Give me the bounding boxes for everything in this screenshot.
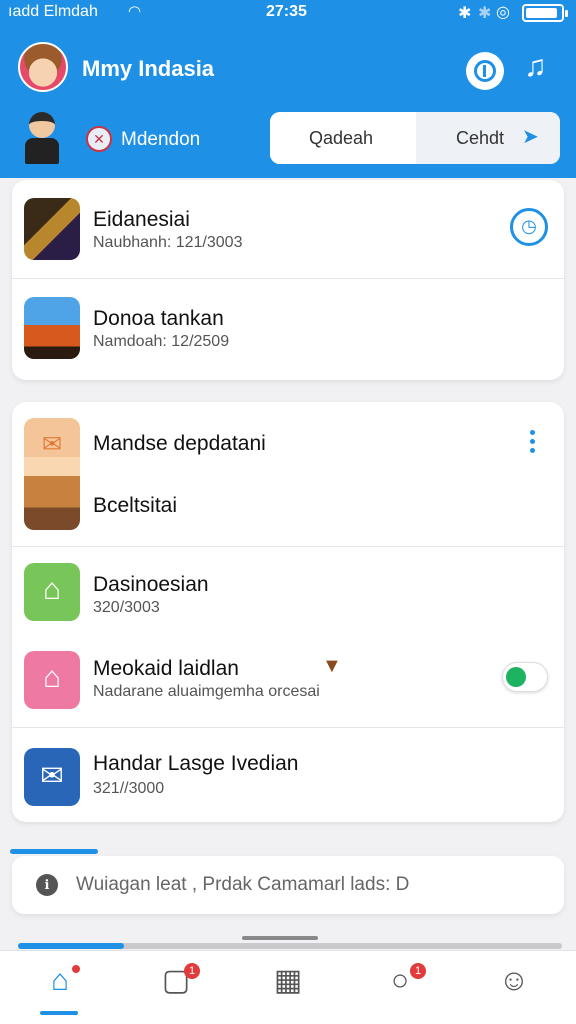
- nav-lock[interactable]: ▢ 1: [146, 961, 206, 1017]
- bluetooth-icon: ✱: [478, 5, 492, 22]
- clock-time: 27:35: [266, 3, 307, 20]
- active-tab-bar: [40, 1011, 78, 1015]
- header-subtitle: Mdendon: [121, 129, 201, 150]
- battery-icon: [522, 4, 568, 22]
- character-avatar[interactable]: [22, 112, 62, 166]
- clock-icon[interactable]: ◷: [510, 208, 548, 246]
- music-icon[interactable]: ♫: [524, 50, 547, 84]
- search-bar[interactable]: ℹ Wuiagan leat , Prdak Camamarl lads: D: [12, 856, 564, 914]
- game-app-icon: [24, 297, 80, 359]
- apps-card: ✉ Mandse depdatani Bceltsitai ⌂ Dasinoes…: [12, 402, 564, 822]
- drag-handle[interactable]: [242, 936, 318, 940]
- list-item[interactable]: Eidanesiai Naubhanh: 121/3003 ◷: [12, 180, 564, 278]
- bottom-nav: ⌂ ▢ 1 ▦ ○ 1 ☺: [0, 950, 576, 1024]
- profile-icon: ☺: [498, 964, 530, 997]
- recent-card: Eidanesiai Naubhanh: 121/3003 ◷ Donoa ta…: [12, 180, 564, 380]
- battery-level: [526, 8, 557, 18]
- home-app-icon: ⌂: [24, 563, 80, 621]
- list-item-subtitle: Bceltsitai: [93, 494, 178, 517]
- theme-toggle-button[interactable]: [466, 52, 504, 90]
- list-item-subtitle: Namdoah: 12/2509: [93, 333, 230, 350]
- nav-badge: 1: [184, 963, 200, 979]
- list-item-title: Meokaid laidlan: [93, 657, 239, 680]
- bluetooth-icon: ✱: [458, 5, 472, 22]
- no-entry-icon: ✕: [86, 126, 112, 152]
- nav-badge: 1: [410, 963, 426, 979]
- mail-icon: ✉: [40, 760, 64, 791]
- segment-right-label: Cehdt: [456, 128, 505, 148]
- mail-icon: ✉: [41, 431, 63, 458]
- info-icon: ℹ: [36, 874, 58, 896]
- list-item[interactable]: ⌂ Meokaid laidlan Nadarane aluaimgemha o…: [12, 637, 564, 727]
- enable-toggle[interactable]: [502, 662, 548, 692]
- nav-chat[interactable]: ○ 1: [370, 961, 430, 1017]
- list-item-subtitle: Naubhanh: 121/3003: [93, 234, 243, 251]
- mail-app-icon: ✉: [24, 748, 80, 806]
- list-item-subtitle: 321//3000: [93, 780, 165, 797]
- calendar-icon: ▦: [273, 964, 303, 997]
- nav-home[interactable]: ⌂: [30, 961, 90, 1017]
- list-item[interactable]: ✉ Mandse depdatani Bceltsitai: [12, 402, 564, 546]
- list-item-title: Donoa tankan: [93, 307, 224, 330]
- carrier-label: ıadd Elmdah: [8, 3, 98, 20]
- list-item[interactable]: Donoa tankan Namdoah: 12/2509: [12, 279, 564, 379]
- house-icon: ⌂: [42, 573, 62, 606]
- list-item-title: Dasinoesian: [93, 573, 209, 596]
- alarm-icon: ◎: [496, 4, 510, 21]
- list-item[interactable]: ⌂ Dasinoesian 320/3003: [12, 547, 564, 637]
- page-title: Mmy Indasia: [82, 56, 215, 81]
- house-icon: ⌂: [42, 661, 62, 694]
- list-item-subtitle: Nadarane aluaimgemha orcesai: [93, 683, 320, 700]
- status-bar: ıadd Elmdah ◠ 27:35 ✱ ✱ ◎: [0, 0, 576, 28]
- nav-profile[interactable]: ☺: [484, 961, 544, 1017]
- app-header: Mmy Indasia ♫ ✕ Mdendon Qadeah Cehdt ➤: [0, 28, 576, 178]
- list-item-title: Mandse depdatani: [93, 432, 266, 455]
- home-icon: ⌂: [50, 964, 70, 997]
- segment-right-button[interactable]: Cehdt ➤: [416, 112, 560, 164]
- avatar[interactable]: [18, 42, 68, 92]
- search-input[interactable]: Wuiagan leat , Prdak Camamarl lads: D: [76, 874, 546, 896]
- nav-calendar[interactable]: ▦: [258, 961, 318, 1017]
- game-app-icon: [24, 198, 80, 260]
- mascot-icon: ▼: [322, 655, 342, 677]
- list-item-title: Handar Lasge Ivedian: [93, 752, 299, 775]
- notification-dot: [72, 965, 80, 973]
- more-options-icon[interactable]: [530, 430, 538, 456]
- power-icon: [474, 60, 496, 82]
- tab-indicator: [10, 849, 98, 854]
- segment-left-button[interactable]: Qadeah: [270, 112, 412, 164]
- mail-app-icon: ✉: [24, 418, 80, 530]
- location-app-icon: ⌂: [24, 651, 80, 709]
- page-indicator: [18, 943, 562, 949]
- toggle-knob: [506, 667, 526, 687]
- segment-control: Qadeah Cehdt ➤: [270, 112, 560, 164]
- list-item[interactable]: ✉ Handar Lasge Ivedian 321//3000: [12, 728, 564, 822]
- send-arrow-icon: ➤: [522, 126, 539, 148]
- wifi-icon: ◠: [128, 3, 142, 20]
- list-item-subtitle: 320/3003: [93, 599, 160, 616]
- list-item-title: Eidanesiai: [93, 208, 190, 231]
